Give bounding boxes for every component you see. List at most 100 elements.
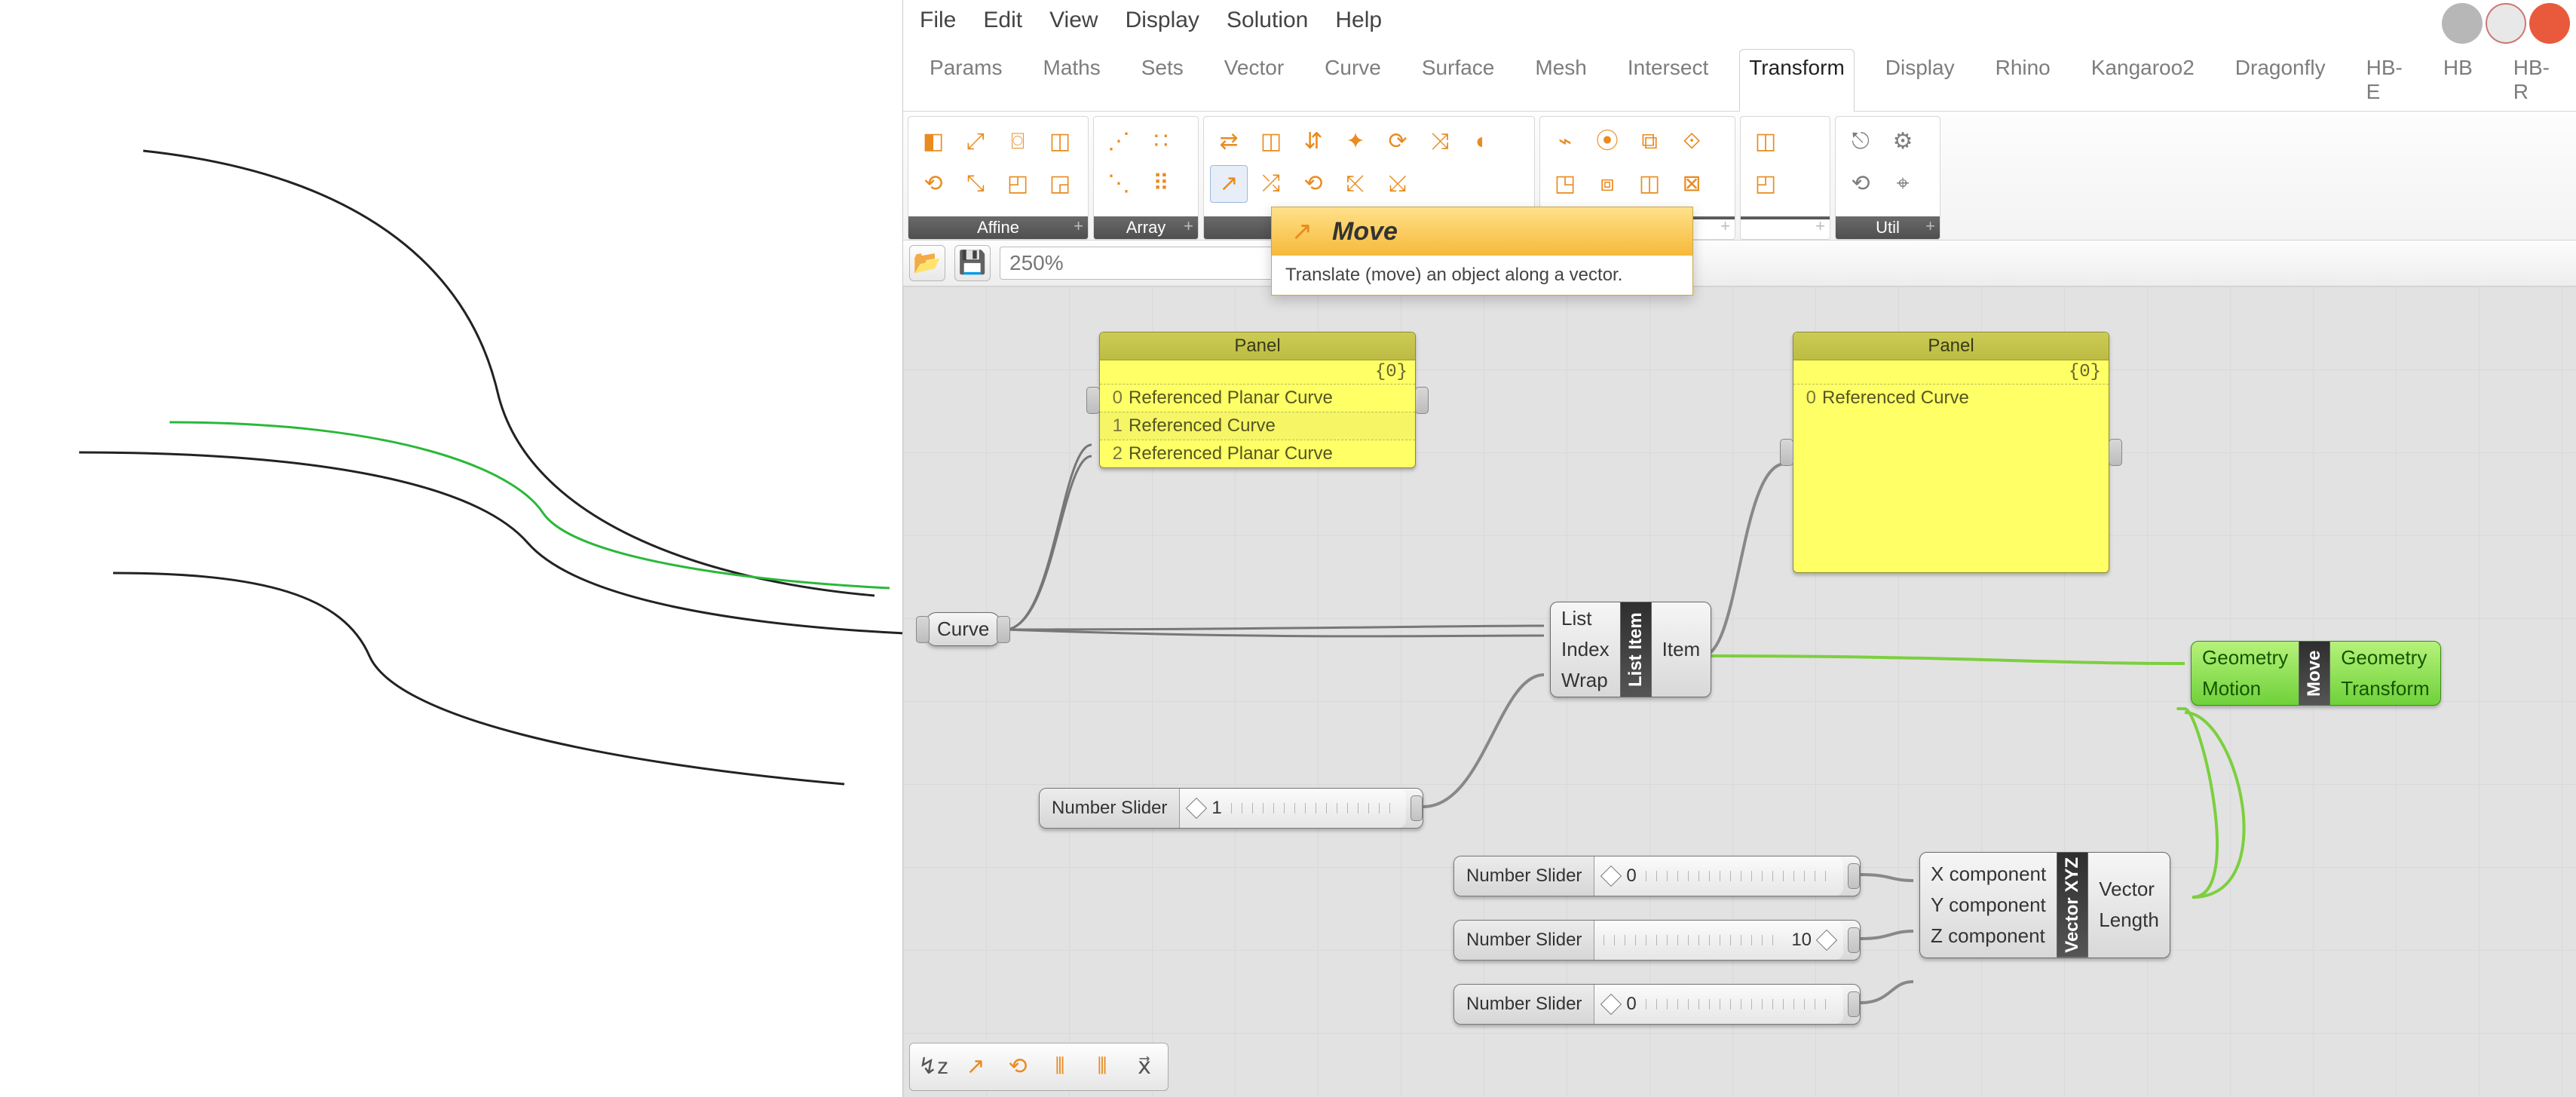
move-component[interactable]: Geometry Motion Move Geometry Transform [2191, 641, 2441, 706]
panel-component[interactable]: Panel {0} 0Referenced Planar Curve 1Refe… [1099, 332, 1416, 468]
util-icon[interactable]: ⚙ [1884, 123, 1922, 161]
euclid-icon[interactable]: ◫ [1252, 123, 1290, 161]
preview-red-icon[interactable] [2529, 3, 2570, 44]
affine-icon[interactable]: ⤢ [957, 123, 994, 161]
affine-icon[interactable]: ◰ [999, 165, 1037, 203]
affine-icon[interactable]: ◧ [914, 123, 952, 161]
util-icon[interactable]: ⎋ [1842, 123, 1879, 161]
tab-hb[interactable]: HB [2434, 49, 2483, 112]
euclid-icon[interactable]: ⤨ [1421, 123, 1459, 161]
zoom-field[interactable] [1000, 247, 1291, 280]
tab-intersect[interactable]: Intersect [1618, 49, 1718, 112]
affine-icon[interactable]: ◫ [1041, 123, 1079, 161]
array-icon[interactable]: ⠿ [1142, 165, 1180, 203]
save-file-button[interactable]: 💾 [954, 245, 991, 281]
input-z[interactable]: Z component [1931, 924, 2046, 948]
curve-param[interactable]: Curve [926, 612, 1000, 646]
panel-component[interactable]: Panel {0} 0Referenced Curve [1793, 332, 2109, 573]
output-grip[interactable] [1848, 927, 1860, 953]
input-grip[interactable] [916, 616, 930, 643]
number-slider[interactable]: Number Slider 1 [1039, 788, 1423, 829]
slider-track[interactable]: 0 [1594, 985, 1843, 1024]
number-slider[interactable]: Number Slider 10 [1453, 920, 1861, 961]
tab-vector[interactable]: Vector [1214, 49, 1294, 112]
input-grip[interactable] [1780, 439, 1793, 466]
slider-track[interactable]: 10 [1594, 921, 1843, 960]
euclid-icon[interactable]: ⤮ [1252, 165, 1290, 203]
euclid-icon[interactable]: ✦ [1337, 123, 1374, 161]
axis-icon[interactable]: x⃗ [1126, 1048, 1163, 1086]
output-vector[interactable]: Vector [2099, 878, 2159, 901]
output-grip[interactable] [1415, 387, 1429, 414]
menu-display[interactable]: Display [1126, 8, 1199, 33]
input-y[interactable]: Y component [1931, 893, 2046, 917]
slider-track[interactable]: 0 [1594, 856, 1843, 896]
euclid-icon[interactable]: ⤩ [1379, 165, 1417, 203]
morph-icon[interactable]: ⌁ [1546, 123, 1584, 161]
morph-icon[interactable]: ◫ [1631, 165, 1668, 203]
euclid-icon[interactable]: ◐ [1463, 123, 1501, 161]
number-slider[interactable]: Number Slider 0 [1453, 984, 1861, 1025]
open-file-button[interactable]: 📂 [909, 245, 945, 281]
output-grip[interactable] [1411, 795, 1423, 821]
array-icon[interactable]: ⋱ [1100, 165, 1138, 203]
tab-dragonfly[interactable]: Dragonfly [2225, 49, 2336, 112]
morph-icon[interactable]: ◰ [1747, 165, 1784, 203]
affine-icon[interactable]: ◲ [1041, 165, 1079, 203]
menu-file[interactable]: File [920, 8, 956, 33]
euclid-icon[interactable]: ⇄ [1210, 123, 1248, 161]
slider-knob[interactable] [1600, 994, 1622, 1015]
menu-view[interactable]: View [1049, 8, 1098, 33]
tab-params[interactable]: Params [920, 49, 1012, 112]
morph-icon[interactable]: ⊠ [1673, 165, 1711, 203]
affine-icon[interactable]: ⟲ [914, 165, 952, 203]
euclid-icon[interactable]: ⟲ [1294, 165, 1332, 203]
output-grip[interactable] [2109, 439, 2122, 466]
affine-icon[interactable]: ⤡ [957, 165, 994, 203]
util-icon[interactable]: ⟲ [1842, 165, 1879, 203]
menu-edit[interactable]: Edit [983, 8, 1022, 33]
input-motion[interactable]: Motion [2202, 677, 2288, 700]
morph-icon[interactable]: ◳ [1546, 165, 1584, 203]
slider-knob[interactable] [1600, 866, 1622, 887]
tab-curve[interactable]: Curve [1315, 49, 1391, 112]
move-icon[interactable]: ↗ [1210, 165, 1248, 203]
preview-grey-icon[interactable] [2442, 3, 2483, 44]
tab-display[interactable]: Display [1876, 49, 1965, 112]
tab-transform[interactable]: Transform [1739, 49, 1855, 112]
tab-surface[interactable]: Surface [1412, 49, 1505, 112]
list-item-component[interactable]: List Index Wrap List Item Item [1550, 602, 1711, 697]
output-geometry[interactable]: Geometry [2341, 646, 2430, 670]
morph-icon[interactable]: ⦿ [1588, 123, 1626, 161]
vector-xyz-component[interactable]: X component Y component Z component Vect… [1919, 852, 2170, 958]
slider-track[interactable]: 1 [1180, 789, 1406, 828]
number-slider[interactable]: Number Slider 0 [1453, 856, 1861, 896]
euclid-icon[interactable]: ⇵ [1294, 123, 1332, 161]
input-wrap[interactable]: Wrap [1561, 669, 1610, 692]
morph-icon[interactable]: ◫ [1747, 123, 1784, 161]
tab-hbe[interactable]: HB-E [2357, 49, 2412, 112]
morph-icon[interactable]: ⟐ [1673, 123, 1711, 161]
ribbon-group-title[interactable]: Affine [908, 216, 1088, 239]
affine-icon[interactable]: ⌼ [999, 123, 1037, 161]
morph-icon[interactable]: ⧈ [1588, 165, 1626, 203]
output-length[interactable]: Length [2099, 909, 2159, 932]
array-icon[interactable]: ⋰ [1100, 123, 1138, 161]
output-grip[interactable] [1848, 863, 1860, 889]
input-index[interactable]: Index [1561, 638, 1610, 661]
morph-icon[interactable]: ⧉ [1631, 123, 1668, 161]
input-geometry[interactable]: Geometry [2202, 646, 2288, 670]
ribbon-group-title[interactable]: Array [1094, 216, 1198, 239]
euclid-icon[interactable]: ⟳ [1379, 123, 1417, 161]
input-list[interactable]: List [1561, 607, 1610, 630]
rotate-icon[interactable]: ⟲ [999, 1048, 1037, 1086]
slider-knob[interactable] [1816, 930, 1837, 951]
array-icon[interactable]: ⦀ [1041, 1048, 1079, 1086]
util-icon[interactable]: ⌖ [1884, 165, 1922, 203]
tab-rhino[interactable]: Rhino [1986, 49, 2060, 112]
ribbon-group-title[interactable] [1741, 216, 1830, 219]
move-icon[interactable]: ↗ [957, 1048, 994, 1086]
input-grip[interactable] [1086, 387, 1100, 414]
tab-hbr[interactable]: HB-R [2504, 49, 2559, 112]
euclid-icon[interactable]: ⤪ [1337, 165, 1374, 203]
